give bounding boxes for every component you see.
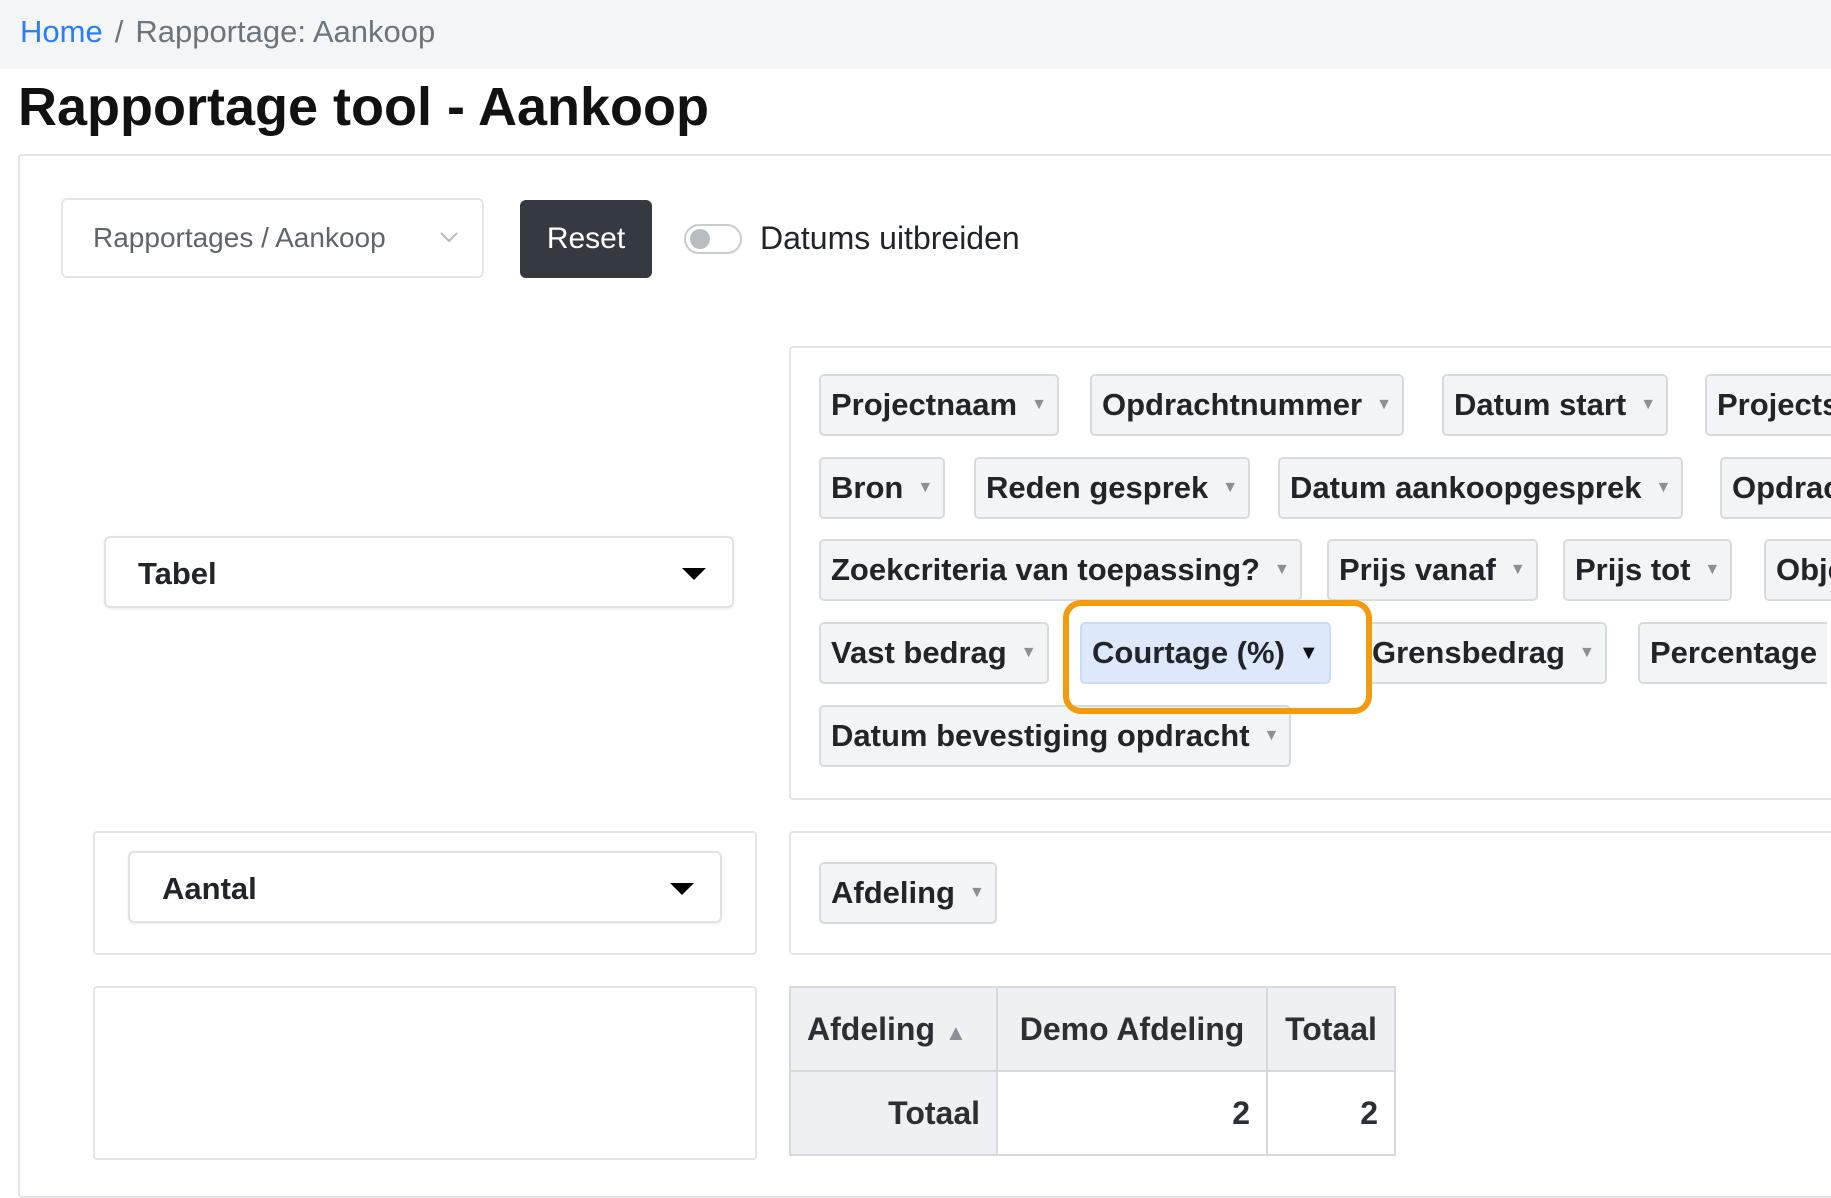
triangle-down-icon[interactable]: ▼ — [1222, 479, 1238, 497]
triangle-down-icon[interactable]: ▼ — [1704, 561, 1720, 579]
attribute-label: Datum start — [1454, 387, 1627, 422]
attribute-label: Prijs tot — [1575, 552, 1691, 587]
attribute-chip[interactable]: Grensbedrag ▼ — [1366, 622, 1607, 684]
attribute-chip[interactable]: Datum start ▼ — [1442, 374, 1669, 436]
triangle-down-icon[interactable]: ▼ — [917, 479, 933, 497]
attribute-chip[interactable]: Datum bevestiging opdracht ▼ — [819, 705, 1292, 767]
triangle-down-icon[interactable]: ▼ — [1274, 561, 1290, 579]
renderer-select-value: Tabel — [138, 556, 217, 591]
pivot-header-attr[interactable]: Afdeling ▲ — [789, 986, 998, 1072]
attribute-label: Opdrac — [1732, 470, 1831, 505]
attribute-label: Datum bevestiging opdracht — [831, 718, 1250, 753]
triangle-down-icon[interactable]: ▼ — [1264, 727, 1280, 745]
attribute-label: Bron — [831, 470, 904, 505]
breadcrumb-current: Rapportage: Aankoop — [135, 14, 436, 49]
attribute-chip-selected[interactable]: Courtage (%) ▼ — [1080, 622, 1331, 684]
caret-down-icon — [682, 568, 706, 580]
triangle-down-icon[interactable]: ▼ — [1021, 644, 1037, 662]
attribute-chip[interactable]: Prijs tot ▼ — [1563, 539, 1733, 601]
report-select-value: Rapportages / Aankoop — [93, 222, 386, 253]
attribute-label: Courtage (%) — [1092, 635, 1285, 670]
expand-dates-toggle[interactable] — [684, 224, 742, 254]
attribute-label: Datum aankoopgesprek — [1290, 470, 1642, 505]
attribute-chip[interactable]: Percentage — [1638, 622, 1828, 684]
attribute-chip[interactable]: Bron ▼ — [819, 457, 946, 519]
attribute-chip[interactable]: Datum aankoopgesprek ▼ — [1278, 457, 1684, 519]
attribute-label: Reden gesprek — [986, 470, 1209, 505]
triangle-down-icon[interactable]: ▼ — [1579, 644, 1595, 662]
breadcrumb-home-link[interactable]: Home — [20, 14, 103, 49]
attribute-chip[interactable]: Prijs vanaf ▼ — [1327, 539, 1538, 601]
attribute-label: Grensbedrag — [1372, 635, 1565, 670]
aggregator-select-value: Aantal — [162, 871, 257, 906]
row-attributes-box — [93, 986, 757, 1160]
triangle-down-icon[interactable]: ▼ — [1510, 561, 1526, 579]
attribute-label: Obje — [1776, 552, 1831, 587]
triangle-down-icon[interactable]: ▼ — [1376, 396, 1392, 414]
attribute-label: Prijs vanaf — [1339, 552, 1496, 587]
attribute-chip[interactable]: Opdrac — [1720, 457, 1831, 519]
attribute-chip[interactable]: Projects — [1705, 374, 1831, 436]
pivot-cell[interactable]: 2 — [1266, 1070, 1396, 1156]
column-attribute-chip[interactable]: Afdeling ▼ — [819, 862, 997, 924]
attribute-label: Opdrachtnummer — [1102, 387, 1363, 422]
breadcrumb-separator: / — [114, 14, 124, 49]
attribute-label: Vast bedrag — [831, 635, 1007, 670]
renderer-select[interactable]: Tabel — [104, 536, 734, 608]
breadcrumb-bar: Home / Rapportage: Aankoop — [0, 0, 1831, 69]
attribute-chip[interactable]: Obje — [1764, 539, 1831, 601]
pivot-table: Afdeling ▲ Demo Afdeling Totaal Totaal 2 … — [789, 986, 1396, 1156]
attribute-chip[interactable]: Projectnaam ▼ — [819, 374, 1059, 436]
triangle-down-icon[interactable]: ▼ — [1031, 396, 1047, 414]
attribute-chip[interactable]: Reden gesprek ▼ — [974, 457, 1251, 519]
attribute-label: Zoekcriteria van toepassing? — [831, 552, 1260, 587]
pivot-cell[interactable]: 2 — [996, 1070, 1268, 1156]
attribute-label: Projects — [1717, 387, 1831, 422]
triangle-down-icon[interactable]: ▼ — [1299, 642, 1319, 665]
reset-button[interactable]: Reset — [520, 200, 652, 278]
toggle-knob — [690, 229, 710, 249]
chevron-down-icon — [440, 232, 458, 243]
attribute-label: Percentage — [1650, 635, 1818, 670]
breadcrumb: Home / Rapportage: Aankoop — [20, 12, 435, 52]
attribute-chip[interactable]: Vast bedrag ▼ — [819, 622, 1049, 684]
attribute-label: Projectnaam — [831, 387, 1018, 422]
expand-dates-label: Datums uitbreiden — [760, 220, 1020, 256]
triangle-down-icon[interactable]: ▼ — [1640, 396, 1656, 414]
triangle-up-icon[interactable]: ▲ — [945, 1020, 967, 1045]
aggregator-select[interactable]: Aantal — [128, 851, 722, 923]
triangle-down-icon[interactable]: ▼ — [969, 884, 985, 902]
triangle-down-icon[interactable]: ▼ — [1655, 479, 1671, 497]
table-header-row: Afdeling ▲ Demo Afdeling Totaal — [789, 986, 1396, 1072]
pivot-col-header: Demo Afdeling — [996, 986, 1268, 1072]
report-select[interactable]: Rapportages / Aankoop — [61, 198, 484, 278]
caret-down-icon — [670, 883, 694, 895]
pivot-col-header: Totaal — [1266, 986, 1396, 1072]
table-row: Totaal 2 2 — [789, 1070, 1396, 1156]
attribute-chip[interactable]: Opdrachtnummer ▼ — [1090, 374, 1404, 436]
page-title: Rapportage tool - Aankoop — [18, 77, 709, 137]
attribute-label: Afdeling — [831, 875, 955, 910]
attribute-chip[interactable]: Zoekcriteria van toepassing? ▼ — [819, 539, 1302, 601]
header-label: Afdeling — [807, 1010, 935, 1047]
pivot-row-header: Totaal — [789, 1070, 998, 1156]
